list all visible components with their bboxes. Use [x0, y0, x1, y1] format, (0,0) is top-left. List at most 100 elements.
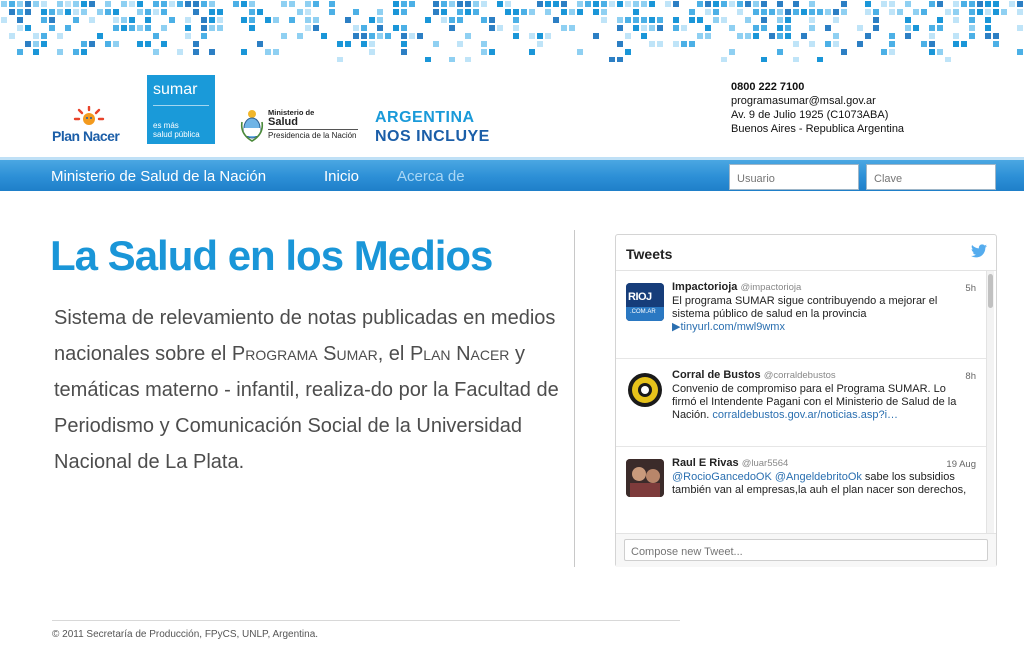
tweet-author-handle[interactable]: @luar5564 [742, 458, 789, 469]
mosaic-tile [577, 49, 583, 55]
mosaic-tile [649, 25, 655, 31]
twitter-bird-icon[interactable] [971, 244, 987, 258]
tweet-item[interactable]: Raul E Rivas @luar5564 19 Aug @RocioGanc… [616, 447, 988, 533]
avatar-subtext: .COM.AR [630, 309, 656, 315]
tweet-author-name[interactable]: Corral de Bustos [672, 369, 761, 381]
mosaic-tile [49, 9, 55, 15]
mosaic-tile [17, 49, 23, 55]
mosaic-tile [481, 17, 487, 23]
mosaic-tile [729, 25, 735, 31]
mosaic-tile [833, 41, 839, 47]
mosaic-tile [105, 9, 111, 15]
mosaic-tile [145, 9, 151, 15]
mosaic-tile [937, 25, 943, 31]
tweets-scrollbar[interactable] [986, 271, 994, 533]
nav-brand-link[interactable]: Ministerio de Salud de la Nación [51, 168, 266, 185]
avatar[interactable] [626, 459, 664, 497]
mosaic-tile [625, 1, 631, 7]
avatar[interactable]: RIOJ .COM.AR [626, 283, 664, 321]
plan-nacer-wordmark: Plan Nacer [52, 128, 120, 144]
mosaic-tile [953, 17, 959, 23]
tweet-item[interactable]: RIOJ .COM.AR Impactorioja @impactorioja … [616, 271, 988, 359]
mosaic-tile [553, 1, 559, 7]
mosaic-tile [889, 9, 895, 15]
argentina-nos-incluye-logo[interactable]: ARGENTINA NOS INCLUYE [375, 108, 490, 146]
tweet-link[interactable]: ▶tinyurl.com/mwl9wmx [672, 321, 785, 333]
mosaic-tile [713, 1, 719, 7]
tweet-author-handle[interactable]: @impactorioja [740, 282, 801, 293]
tweets-widget-footer [616, 533, 996, 567]
mosaic-tile [737, 33, 743, 39]
mosaic-tile [641, 25, 647, 31]
mosaic-tile [377, 33, 383, 39]
tweet-timestamp[interactable]: 8h [965, 371, 976, 382]
tweet-link[interactable]: corraldebustos.gov.ar/noticias.asp?i… [712, 409, 898, 421]
mosaic-tile [905, 33, 911, 39]
mosaic-tile [257, 9, 263, 15]
mosaic-tile [681, 41, 687, 47]
mosaic-tile [513, 9, 519, 15]
nav-item-inicio[interactable]: Inicio [324, 168, 359, 185]
mosaic-tile [145, 41, 151, 47]
mosaic-tile [401, 25, 407, 31]
tweet-timestamp[interactable]: 19 Aug [946, 459, 976, 470]
mosaic-tile [993, 9, 999, 15]
mosaic-tile [281, 1, 287, 7]
tweet-mentions[interactable]: @RocioGancedoOK @AngeldebritoOk [672, 471, 862, 483]
mosaic-tile [753, 33, 759, 39]
tweet-body: El programa SUMAR sigue contribuyendo a … [672, 295, 938, 320]
nos-incluye-label: NOS INCLUYE [375, 128, 490, 145]
sumar-tagline-2: salud pública [153, 130, 200, 139]
contact-phone: 0800 222 7100 [731, 81, 805, 93]
username-input[interactable] [729, 164, 859, 190]
mosaic-tile [513, 25, 519, 31]
mosaic-tile [1009, 1, 1015, 7]
mosaic-tile [25, 9, 31, 15]
mosaic-tile [369, 41, 375, 47]
plan-nacer-logo[interactable]: Plan Nacer [52, 106, 127, 146]
ministerio-salud-logo[interactable]: Ministerio de Salud Presidencia de la Na… [240, 108, 360, 144]
mosaic-tile [17, 17, 23, 23]
mosaic-tile [1017, 49, 1023, 55]
mosaic-tile [441, 17, 447, 23]
mosaic-tile [617, 57, 623, 62]
tweet-author: Raul E Rivas @luar5564 [672, 457, 788, 469]
tweets-scrollbar-thumb[interactable] [988, 274, 993, 308]
mosaic-tile [545, 33, 551, 39]
mosaic-tile [57, 1, 63, 7]
mosaic-tile [233, 1, 239, 7]
mosaic-tile [969, 33, 975, 39]
tweet-author-name[interactable]: Raul E Rivas [672, 457, 739, 469]
mosaic-tile [1017, 1, 1023, 7]
tweet-item[interactable]: Corral de Bustos @corraldebustos 8h Conv… [616, 359, 988, 447]
mosaic-tile [633, 25, 639, 31]
mosaic-tile [777, 9, 783, 15]
mosaic-tile [313, 1, 319, 7]
mosaic-tile [41, 9, 47, 15]
mosaic-tile [185, 1, 191, 7]
contact-email[interactable]: programasumar@msal.gov.ar [731, 94, 904, 108]
mosaic-tile [401, 1, 407, 7]
presidencia-label: Presidencia de la Nación [268, 131, 357, 140]
tweet-author: Impactorioja @impactorioja [672, 281, 801, 293]
mosaic-tile [705, 9, 711, 15]
mosaic-tile [929, 25, 935, 31]
mosaic-tile [201, 25, 207, 31]
mosaic-tile [129, 25, 135, 31]
password-input[interactable] [866, 164, 996, 190]
nav-item-acerca-de[interactable]: Acerca de [397, 168, 465, 185]
mosaic-tile [857, 25, 863, 31]
sumar-logo[interactable]: sumar es más salud pública [147, 75, 215, 144]
mosaic-tile [809, 25, 815, 31]
compose-tweet-input[interactable] [624, 539, 988, 561]
mosaic-tile [361, 25, 367, 31]
mosaic-tile [217, 17, 223, 23]
mosaic-tile [57, 33, 63, 39]
mosaic-tile [881, 49, 887, 55]
mosaic-tile [145, 25, 151, 31]
tweet-author-name[interactable]: Impactorioja [672, 281, 737, 293]
avatar[interactable] [626, 371, 664, 409]
tweet-author-handle[interactable]: @corraldebustos [764, 370, 836, 381]
contact-address: Av. 9 de Julio 1925 (C1073ABA) [731, 109, 889, 121]
tweet-timestamp[interactable]: 5h [965, 283, 976, 294]
